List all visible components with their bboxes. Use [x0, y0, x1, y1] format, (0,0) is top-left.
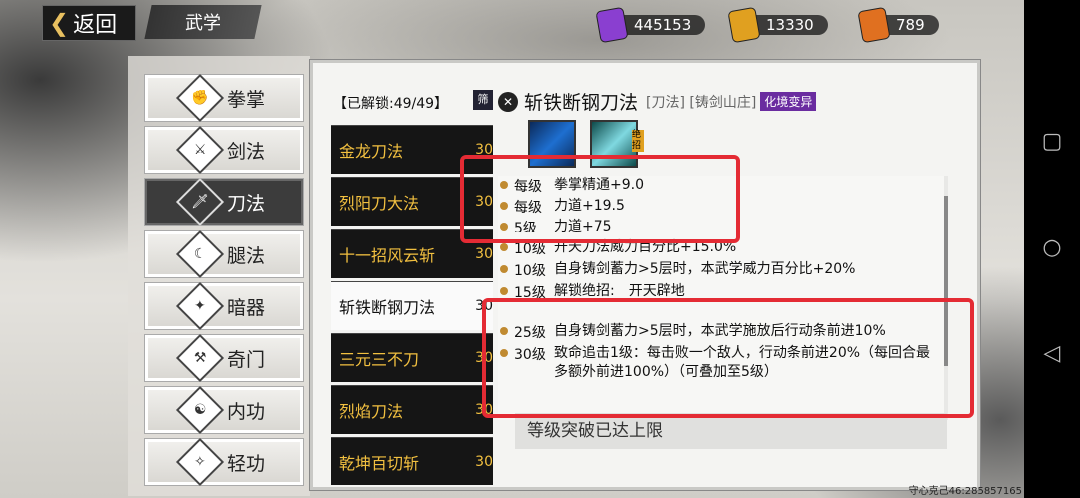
- skill-item[interactable]: 烈焰刀法 30: [331, 385, 493, 434]
- skill-tags: [刀法] [铸剑山庄]: [646, 94, 757, 111]
- orange-scroll-icon: [857, 6, 891, 44]
- category-anqi[interactable]: ✦ 暗器: [144, 281, 304, 331]
- skill-item-selected[interactable]: 斩铁断钢刀法 30: [331, 281, 493, 330]
- category-tuifa[interactable]: ☾ 腿法: [144, 229, 304, 279]
- gold-scroll-icon: [727, 6, 761, 44]
- category-quanzhang[interactable]: ✊ 拳掌: [144, 73, 304, 123]
- skill-type-icon: ✕: [498, 91, 518, 112]
- section-title: 武学: [144, 5, 262, 39]
- category-qimen[interactable]: ⚒ 奇门: [144, 333, 304, 383]
- dart-icon: ✦: [175, 281, 225, 331]
- currency-orange: 789: [857, 6, 939, 44]
- currency-purple: 445153: [595, 6, 706, 44]
- effect-row: 10级 自身铸剑蓄力>5层时，本武学威力百分比+20%: [500, 260, 934, 280]
- light-skill-icon: ✧: [175, 437, 225, 487]
- system-nav-bar: ▢ ○ ◁: [1024, 0, 1080, 498]
- sword-icon: ⚔: [175, 125, 225, 175]
- ultimate-mark: 绝招: [632, 130, 644, 152]
- category-qinggong[interactable]: ✧ 轻功: [144, 437, 304, 487]
- category-panel: ✊ 拳掌 ⚔ 剑法 🗡 刀法 ☾ 腿法 ✦ 暗器 ⚒ 奇门 ☯ 内功 ✧ 轻功: [128, 56, 310, 496]
- purple-scroll-icon: [595, 6, 629, 44]
- currency-gold: 13330: [727, 6, 828, 44]
- category-jianfa[interactable]: ⚔ 剑法: [144, 125, 304, 175]
- skill-title: 斩铁断钢刀法: [524, 92, 639, 114]
- skill-item[interactable]: 乾坤百切斩 30: [331, 437, 493, 485]
- back-label: 返回: [73, 13, 118, 38]
- back-nav-icon[interactable]: ◁: [1040, 342, 1064, 366]
- inner-power-icon: ☯: [175, 385, 225, 435]
- back-button[interactable]: ❮ 返回: [42, 5, 136, 41]
- home-icon[interactable]: ○: [1040, 236, 1064, 260]
- leg-icon: ☾: [175, 229, 225, 279]
- filter-button[interactable]: 筛: [473, 90, 493, 110]
- detail-header: ✕ 斩铁断钢刀法 [刀法] [铸剑山庄] 化境变异: [498, 88, 817, 115]
- skill-window: 【已解锁:49/49】 筛 金龙刀法 30 烈阳刀大法 30 十一招风云斩 30…: [310, 60, 980, 490]
- fist-icon: ✊: [175, 73, 225, 123]
- skill-item[interactable]: 三元三不刀 30: [331, 333, 493, 382]
- odd-weapon-icon: ⚒: [175, 333, 225, 383]
- category-neigong[interactable]: ☯ 内功: [144, 385, 304, 435]
- level-max-label: 等级突破已达上限: [515, 413, 947, 449]
- highlight-box-top: [460, 155, 740, 243]
- watermark: 守心克己46:285857165: [908, 486, 1022, 497]
- recent-apps-icon[interactable]: ▢: [1040, 130, 1064, 154]
- back-arrow-icon: ❮: [49, 9, 70, 37]
- unlock-count: 【已解锁:49/49】: [333, 96, 449, 112]
- mutation-badge: 化境变异: [760, 92, 817, 111]
- blade-icon: 🗡: [175, 177, 225, 227]
- highlight-box-bottom: [482, 298, 974, 418]
- category-daofa[interactable]: 🗡 刀法: [144, 177, 304, 227]
